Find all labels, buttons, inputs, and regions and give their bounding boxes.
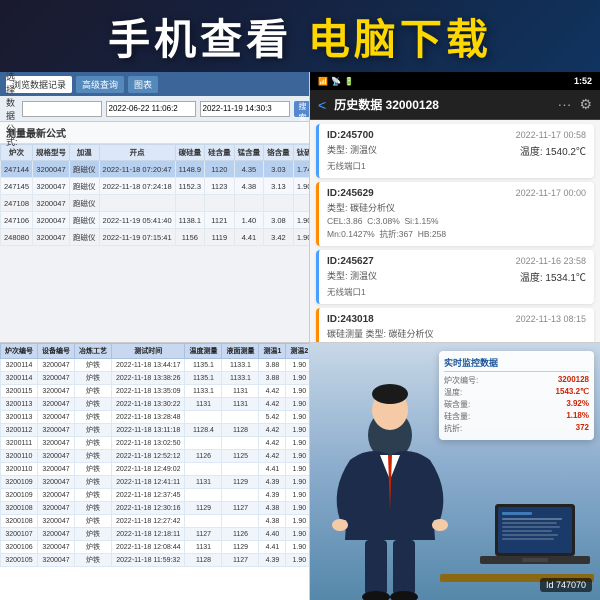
table-row[interactable]: 32001093200047炉铁2022-11-18 12:41:1111311…: [1, 476, 310, 489]
overlay-val: 3200128: [558, 375, 589, 386]
table-row[interactable]: 32001113200047炉铁2022-11-18 13:02:504.421…: [1, 437, 310, 450]
overlay-key: 炉次编号:: [444, 375, 478, 386]
status-bar: 📶 📡 🔋 1:52: [310, 72, 600, 90]
tab-bar: 浏览数据记录 高级查询 图表: [0, 72, 309, 96]
record-card[interactable]: ID:245629 2022-11-17 00:00 类型: 碳硅分析仪 CEL:…: [316, 182, 594, 246]
status-icons-left: 📶 📡 🔋: [318, 77, 354, 86]
record-card[interactable]: ID:243018 2022-11-13 08:15 碳硅测量 类型: 碳硅分析…: [316, 308, 594, 342]
card-type: 类型: 测温仪: [327, 269, 377, 284]
overlay-val: 1.18%: [566, 411, 589, 422]
table-row[interactable]: 32001153200047炉铁2022-11-18 13:35:091133.…: [1, 385, 310, 398]
signal-icon: 📶: [318, 77, 328, 86]
card-id: ID:245629: [327, 188, 374, 199]
card-id: ID:245700: [327, 130, 374, 141]
banner-text: 手机查看 电脑下载: [108, 6, 492, 67]
toolbar: 选择数据公式: 搜索 刷新: [0, 96, 309, 122]
table-row[interactable]: 32001143200047炉铁2022-11-18 13:44:171135.…: [1, 359, 310, 372]
section-title: 测量最新公式: [0, 122, 309, 144]
table-row[interactable]: 2471453200047跑磁仪2022-11-18 07:24:181152.…: [1, 178, 310, 195]
card-port: 无线端口1: [327, 160, 586, 172]
left-panel-desktop: 浏览数据记录 高级查询 图表 选择数据公式: 搜索 刷新 测量最新公式 炉次规格…: [0, 72, 310, 342]
table-row[interactable]: 2471443200047跑磁仪2022-11-18 07:20:471148.…: [1, 161, 310, 178]
phone-header-title: 历史数据 32000128: [334, 96, 549, 113]
records-table: 炉次规格型号加温开点碳硅量硅含量锰含量铬含量钛硫钛号测试规格测试量备注 2471…: [0, 144, 309, 246]
overlay-key: 碳含量:: [444, 399, 470, 410]
card-details: CEL:3.86 C:3.08% Si:1.15%: [327, 216, 586, 226]
overlay-val: 372: [576, 423, 589, 434]
bottom-right-visual: 实时监控数据 炉次编号:3200128温度:1543.2℃碳含量:3.92%硅含…: [310, 342, 600, 600]
more-icon[interactable]: ···: [557, 96, 571, 113]
middle-section: 浏览数据记录 高级查询 图表 选择数据公式: 搜索 刷新 测量最新公式 炉次规格…: [0, 72, 600, 342]
phone-content: ID:245700 2022-11-17 00:58 类型: 测温仪 温度: 1…: [310, 120, 600, 342]
tab-advanced[interactable]: 高级查询: [76, 76, 124, 93]
table-row[interactable]: 32001063200047炉铁2022-11-18 12:08:4411311…: [1, 541, 310, 554]
table-row[interactable]: 32001123200047炉铁2022-11-18 13:11:181128.…: [1, 424, 310, 437]
table-row[interactable]: 32001093200047炉铁2022-11-18 12:37:454.391…: [1, 489, 310, 502]
overlay-row: 抗折: 372: [444, 423, 589, 434]
card-date: 2022-11-16 23:58: [516, 256, 586, 267]
date-start-input[interactable]: [106, 101, 196, 117]
table-row[interactable]: 32001073200047炉铁2022-11-18 12:18:1111271…: [1, 528, 310, 541]
card-type: 类型: 测温仪: [327, 143, 377, 158]
banner-text-part2: 电脑下载: [292, 16, 492, 63]
table-scroll-container[interactable]: 炉次编号设备编号冶炼工艺测试时间温度测量液面测量测温1测温2碳含量硅含量钛含量硫…: [0, 343, 309, 600]
search-button[interactable]: 搜索: [294, 101, 311, 117]
tab-chart[interactable]: 图表: [128, 76, 158, 93]
card-date: 2022-11-17 00:00: [516, 188, 586, 199]
overlay-val: 3.92%: [566, 399, 589, 410]
right-panel-mobile: 📶 📡 🔋 1:52 < 历史数据 32000128 ··· ⚙ ID:2457…: [310, 72, 600, 342]
overlay-row: 碳含量: 3.92%: [444, 399, 589, 410]
table-row[interactable]: 32001133200047炉铁2022-11-18 13:30:2211311…: [1, 398, 310, 411]
overlay-row: 炉次编号: 3200128: [444, 375, 589, 386]
overlay-title: 实时监控数据: [444, 356, 589, 372]
bottom-section: 炉次编号设备编号冶炼工艺测试时间温度测量液面测量测温1测温2碳含量硅含量钛含量硫…: [0, 342, 600, 600]
table-row[interactable]: 32001103200047炉铁2022-11-18 12:49:024.411…: [1, 463, 310, 476]
formula-dropdown[interactable]: [22, 101, 102, 117]
card-value: 温度: 1534.1℃: [520, 269, 586, 284]
overlay-val: 1543.2℃: [556, 387, 589, 398]
overlay-key: 温度:: [444, 387, 462, 398]
card-type: 类型: 碳硅分析仪: [327, 201, 586, 214]
table-row[interactable]: 32001143200047炉铁2022-11-18 13:38:261135.…: [1, 372, 310, 385]
person-background: 实时监控数据 炉次编号:3200128温度:1543.2℃碳含量:3.92%硅含…: [310, 343, 600, 600]
top-banner: 手机查看 电脑下载: [0, 0, 600, 72]
id-badge: Id 747070: [540, 578, 592, 592]
table-row[interactable]: 2471083200047跑磁仪1397.8查看 删: [1, 195, 310, 212]
table-row[interactable]: 2471063200047跑磁仪2022-11-19 05:41:401138.…: [1, 212, 310, 229]
table-row[interactable]: 32001053200047炉铁2022-11-18 11:59:3211281…: [1, 554, 310, 567]
overlay-row: 温度: 1543.2℃: [444, 387, 589, 398]
record-card[interactable]: ID:245700 2022-11-17 00:58 类型: 测温仪 温度: 1…: [316, 124, 594, 178]
header-icons: ··· ⚙: [557, 96, 592, 113]
card-port: 无线端口1: [327, 286, 586, 298]
table-row[interactable]: 32001133200047炉铁2022-11-18 13:28:485.421…: [1, 411, 310, 424]
overlay-data-panel: 实时监控数据 炉次编号:3200128温度:1543.2℃碳含量:3.92%硅含…: [439, 351, 594, 440]
overlay-row: 硅含量: 1.18%: [444, 411, 589, 422]
card-id: ID:243018: [327, 314, 374, 325]
card-id: ID:245627: [327, 256, 374, 267]
phone-header: < 历史数据 32000128 ··· ⚙: [310, 90, 600, 120]
settings-icon[interactable]: ⚙: [579, 96, 592, 113]
status-time: 1:52: [574, 76, 592, 86]
card-date: 2022-11-13 08:15: [516, 314, 586, 325]
table-row[interactable]: 2480803200047跑磁仪2022-11-19 07:15:4111561…: [1, 229, 310, 246]
card-type: 碳硅测量 类型: 碳硅分析仪: [327, 327, 586, 340]
wifi-icon: 📡: [331, 77, 341, 86]
card-details-2: Mn:0.1427% 抗折:367 HB:258: [327, 228, 586, 240]
bottom-left-table: 炉次编号设备编号冶炼工艺测试时间温度测量液面测量测温1测温2碳含量硅含量钛含量硫…: [0, 342, 310, 600]
table-row[interactable]: 32001103200047炉铁2022-11-18 12:52:1211261…: [1, 450, 310, 463]
date-end-input[interactable]: [200, 101, 290, 117]
table-row[interactable]: 32001083200047炉铁2022-11-18 12:27:424.381…: [1, 515, 310, 528]
card-date: 2022-11-17 00:58: [516, 130, 586, 141]
big-data-table: 炉次编号设备编号冶炼工艺测试时间温度测量液面测量测温1测温2碳含量硅含量钛含量硫…: [0, 343, 309, 567]
table-row[interactable]: 32001083200047炉铁2022-11-18 12:30:1611291…: [1, 502, 310, 515]
card-value: 温度: 1540.2℃: [520, 143, 586, 158]
battery-icon: 🔋: [344, 77, 354, 86]
overlay-key: 硅含量:: [444, 411, 470, 422]
record-card[interactable]: ID:245627 2022-11-16 23:58 类型: 测温仪 温度: 1…: [316, 250, 594, 304]
banner-text-part1: 手机查看: [108, 16, 292, 63]
back-button[interactable]: <: [318, 97, 326, 113]
laptop-svg: [480, 504, 590, 574]
overlay-key: 抗折:: [444, 423, 462, 434]
